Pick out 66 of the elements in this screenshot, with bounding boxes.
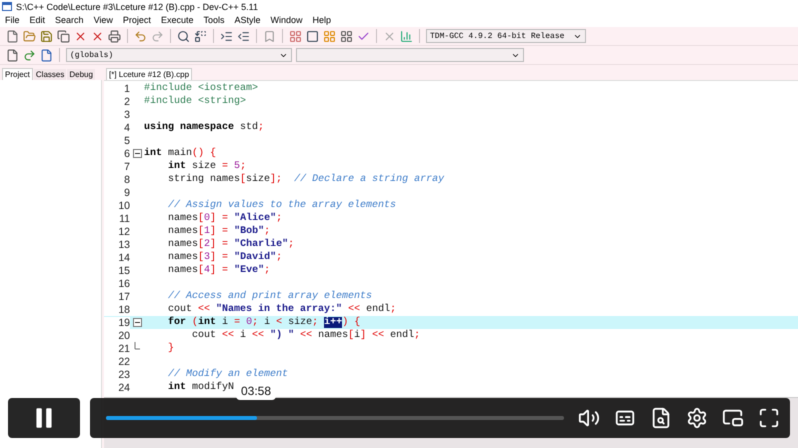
menu-item[interactable]: Execute — [160, 15, 194, 25]
code-line: names[2] = "Charlie"; — [167, 239, 294, 250]
menu-item[interactable]: Tools — [203, 15, 224, 25]
menu-item[interactable]: File — [5, 15, 20, 25]
fold-toggle-icon[interactable] — [132, 318, 142, 327]
code-line: int size = 5; — [167, 161, 246, 172]
fullscreen-icon[interactable] — [758, 407, 780, 429]
compiler-dropdown[interactable]: TDM-GCC 4.9.2 64-bit Release — [426, 29, 586, 43]
code-line: string names[size]; // Declare a string array — [167, 174, 444, 185]
window-title: S:\C++ Code\Lecture #3\Lceture #12 (B).cpp - Dev-C++ 5.11 — [16, 2, 258, 12]
code-line: // Modify an element — [167, 369, 288, 380]
panel-tab[interactable]: Debug — [67, 69, 95, 80]
document-icon[interactable] — [6, 48, 19, 62]
close-icon[interactable] — [91, 30, 104, 42]
code-line: names[1] = "Bob"; — [167, 226, 270, 237]
folder-icon[interactable] — [23, 30, 36, 42]
window-icon[interactable] — [306, 30, 319, 42]
pause-button[interactable] — [8, 398, 80, 438]
document-icon[interactable] — [6, 30, 19, 42]
code-line: #include <iostream> — [144, 83, 258, 94]
menu-item[interactable]: Search — [55, 15, 84, 25]
settings-icon[interactable] — [686, 407, 708, 429]
search-icon[interactable] — [177, 30, 190, 42]
undo-icon[interactable] — [134, 30, 147, 42]
scope-dropdown[interactable]: (globals) — [66, 48, 292, 62]
bar-chart-icon[interactable] — [400, 30, 413, 42]
menu-item[interactable]: Help — [312, 15, 332, 25]
file-tab[interactable]: [*] Lceture #12 (B).cpp — [106, 68, 192, 80]
menu-item[interactable]: View — [94, 15, 113, 25]
code-line: cout << "Names in the array:" << endl; — [167, 304, 396, 315]
copy-icon[interactable] — [57, 30, 70, 42]
code-line: names[4] = "Eve"; — [167, 265, 270, 276]
close-icon[interactable] — [74, 30, 87, 42]
code-line: for (int i = 0; i < size; i++) { — [167, 317, 360, 328]
document-icon[interactable] — [40, 48, 53, 62]
grid-icon[interactable] — [340, 30, 353, 42]
fold-toggle-icon[interactable] — [132, 149, 142, 158]
outdent-icon[interactable] — [237, 30, 250, 42]
progress-track[interactable] — [106, 416, 564, 420]
code-line: // Assign values to the array elements — [167, 200, 396, 211]
transcript-icon[interactable] — [650, 407, 672, 429]
line-number: 19 — [104, 316, 130, 328]
arrow-icon[interactable] — [23, 48, 36, 62]
replace-icon[interactable] — [194, 30, 207, 42]
code-line: cout << i << ") " << names[i] << endl; — [191, 330, 420, 341]
indent-icon[interactable] — [220, 30, 233, 42]
menu-item[interactable]: Project — [122, 15, 151, 25]
code-line: } — [167, 343, 174, 354]
check-icon[interactable] — [357, 30, 370, 42]
code-line: // Access and print array elements — [167, 291, 372, 302]
panel-tab[interactable]: Project — [2, 68, 33, 80]
menu-item[interactable]: AStyle — [234, 15, 260, 25]
code-line: int main() { — [144, 148, 216, 159]
menu-item[interactable]: Window — [270, 15, 303, 25]
panel-tab[interactable]: Classes — [34, 69, 66, 80]
code-line: names[0] = "Alice"; — [167, 213, 282, 224]
code-line: int modifyN — [167, 382, 234, 393]
bookmark-icon[interactable] — [263, 30, 276, 42]
code-line: using namespace std; — [144, 122, 264, 133]
code-line: names[3] = "David"; — [167, 252, 282, 263]
printer-icon[interactable] — [108, 30, 121, 42]
menu-item[interactable]: Edit — [30, 15, 46, 25]
volume-icon[interactable] — [578, 407, 600, 429]
code-line: #include <string> — [144, 96, 246, 107]
grid-icon[interactable] — [289, 30, 302, 42]
picture-in-picture-icon[interactable] — [722, 407, 744, 429]
